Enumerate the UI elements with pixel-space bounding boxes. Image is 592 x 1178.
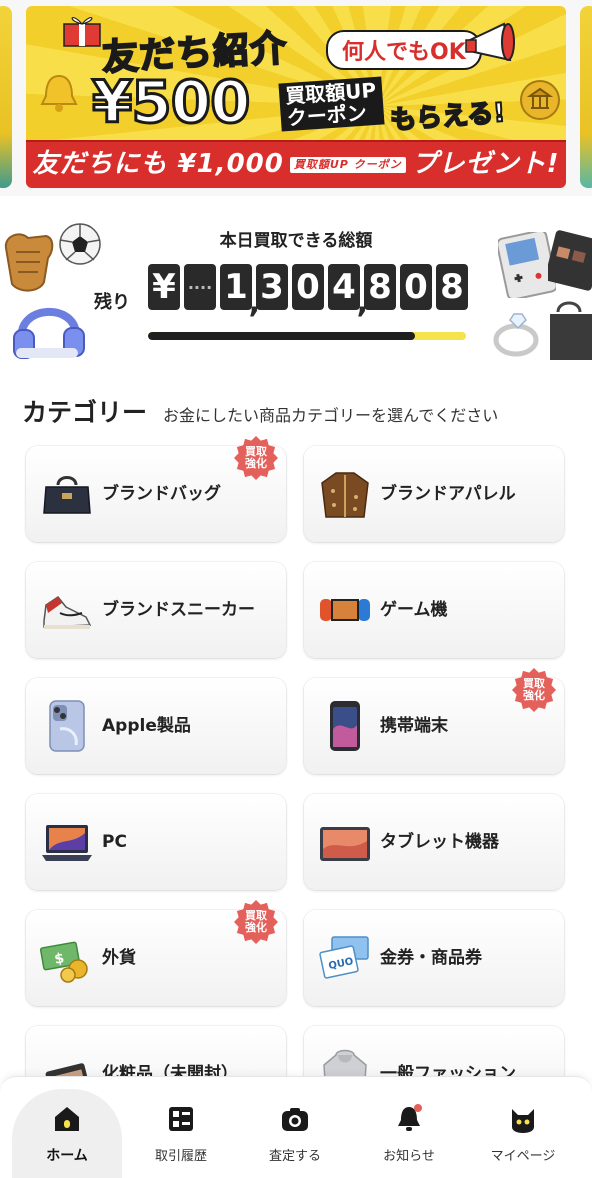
badge-line2: 強化	[245, 921, 267, 934]
boost-badge-text: 買取 強化	[234, 436, 278, 480]
category-card[interactable]: QUO 金券・商品券	[304, 910, 564, 1006]
iphone-icon	[40, 699, 94, 753]
category-card[interactable]: Apple製品	[26, 678, 286, 774]
remaining-label: 残り	[94, 292, 130, 313]
nav-appraise-label: 査定する	[268, 1149, 321, 1164]
category-card[interactable]: $ 外貨 買取 強化	[26, 900, 286, 1006]
ribbon-suffix: プレゼント!	[411, 149, 560, 179]
category-label: 携帯端末	[380, 716, 448, 736]
category-card[interactable]: 携帯端末 買取 強化	[304, 668, 564, 774]
cat-avatar-icon	[512, 1109, 534, 1133]
headphones-icon	[13, 307, 85, 359]
category-label: 金券・商品券	[380, 948, 482, 968]
bank-coin-icon	[520, 80, 560, 120]
badge-line2: 強化	[245, 457, 267, 470]
category-header: カテゴリー お金にしたい商品カテゴリーを選んでください	[22, 393, 498, 429]
banner-pill: 何人でもOK	[326, 30, 482, 70]
category-label: Apple製品	[102, 716, 191, 736]
counter-digit: 8	[436, 264, 468, 310]
gift-card-icon: QUO	[318, 931, 372, 985]
total-counter: ¥ ···· 1 3 0 4 8 0 8	[148, 264, 468, 320]
counter-digit: 8	[364, 264, 396, 310]
coupon-tag: 買取額UP クーポン	[278, 76, 385, 132]
daily-total-section: 本日買取できる総額 残り ¥ ···· 1 3 0 4 8 0 8	[0, 210, 592, 370]
category-label: ブランドアパレル	[380, 484, 516, 504]
nav-home[interactable]: ホーム	[12, 1089, 122, 1178]
category-card[interactable]: ブランドアパレル	[304, 446, 564, 542]
ribbon-prefix: 友だちにも ¥1,000	[32, 149, 284, 179]
badge-line2: 強化	[523, 689, 545, 702]
previous-banner-peek[interactable]	[0, 6, 12, 188]
category-label: 外貨	[102, 948, 136, 968]
counter-digit: 4	[328, 264, 368, 320]
nav-notifications-label: お知らせ	[383, 1149, 435, 1164]
category-card[interactable]: タブレット機器	[304, 794, 564, 890]
history-icon	[169, 1107, 193, 1131]
bell-decoration-icon	[40, 74, 78, 112]
category-label: ゲーム機	[380, 600, 448, 620]
boost-badge-text: 買取 強化	[512, 668, 556, 712]
laptop-icon	[40, 815, 94, 869]
megaphone-icon	[465, 22, 515, 62]
category-label: ブランドスニーカー	[102, 600, 255, 620]
daily-total-title: 本日買取できる総額	[219, 231, 373, 251]
sneaker-icon	[40, 583, 94, 637]
promo-carousel[interactable]: 友だち紹介 何人でもOK ¥500 買取額UP クーポン もらえる! 友だちにも…	[0, 0, 592, 196]
nav-notifications[interactable]: お知らせ	[354, 1089, 464, 1178]
boost-badge-text: 買取 強化	[234, 900, 278, 944]
counter-digit: 0	[292, 264, 324, 310]
category-card[interactable]: ブランドバッグ 買取 強化	[26, 436, 286, 542]
boost-badge: 買取 強化	[512, 668, 556, 712]
ribbon-tag: 買取額UP クーポン	[289, 156, 406, 173]
boost-badge: 買取 強化	[234, 436, 278, 480]
banner-receive: もらえる!	[388, 97, 507, 137]
tablet-icon	[318, 815, 372, 869]
next-banner-peek[interactable]	[580, 6, 592, 188]
nav-history[interactable]: 取引履歴	[126, 1089, 236, 1178]
coupon-tag-line2: クーポン	[286, 100, 368, 131]
game-console-icon	[318, 583, 372, 637]
bell-icon	[398, 1104, 422, 1131]
category-subtitle: お金にしたい商品カテゴリーを選んでください	[163, 406, 499, 425]
category-card[interactable]: PC	[26, 794, 286, 890]
banner-amount: ¥500	[90, 67, 251, 138]
category-grid: ブランドバッグ 買取 強化 ブランドアパレル ブランドスニーカー ゲーム機 Apple製品携…	[26, 436, 564, 1122]
bottom-navigation: ホーム 取引履歴 査定する お知らせ マイページ	[0, 1076, 592, 1178]
nav-appraise[interactable]: 査定する	[240, 1089, 350, 1178]
handbag-icon	[40, 467, 94, 521]
counter-yen: ¥	[148, 264, 180, 310]
counter-digit: 1	[220, 264, 260, 320]
category-card[interactable]: ゲーム機	[304, 562, 564, 658]
counter-blank: ····	[184, 264, 216, 310]
nav-mypage[interactable]: マイページ	[468, 1089, 578, 1178]
jacket-icon	[318, 467, 372, 521]
nav-history-label: 取引履歴	[154, 1149, 207, 1164]
category-label: ブランドバッグ	[102, 484, 221, 504]
diamond-ring-icon	[493, 313, 539, 357]
camera-icon	[282, 1108, 308, 1131]
nav-home-label: ホーム	[46, 1148, 88, 1164]
category-label: タブレット機器	[380, 832, 499, 852]
home-icon	[55, 1107, 79, 1131]
boost-badge: 買取 強化	[234, 900, 278, 944]
luxury-bag-icon	[550, 301, 592, 360]
category-card[interactable]: ブランドスニーカー	[26, 562, 286, 658]
progress-fill	[148, 332, 416, 340]
category-label: PC	[102, 832, 127, 852]
remaining-progress-bar	[148, 332, 466, 340]
banner-ribbon-text: 友だちにも ¥1,000 買取額UP クーポン プレゼント!	[26, 143, 566, 180]
gift-icon	[63, 17, 101, 47]
referral-banner[interactable]: 友だち紹介 何人でもOK ¥500 買取額UP クーポン もらえる! 友だちにも…	[26, 6, 566, 188]
nav-mypage-label: マイページ	[490, 1149, 556, 1164]
category-title: カテゴリー	[22, 398, 148, 427]
counter-digit: 0	[400, 264, 432, 310]
smartphone-icon	[318, 699, 372, 753]
counter-digit: 3	[256, 264, 288, 310]
currency-icon: $	[40, 931, 94, 985]
